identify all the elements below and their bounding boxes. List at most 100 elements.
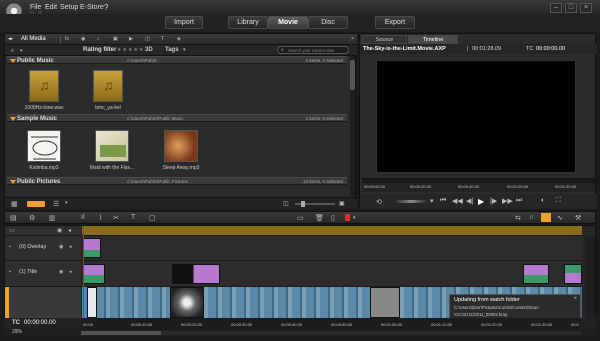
settings-icon[interactable]: ⚙ — [29, 214, 35, 222]
frame-back-icon[interactable]: ◀| — [466, 197, 473, 205]
library-tab[interactable]: Library — [228, 16, 268, 29]
volume-icon[interactable]: ◖ — [540, 197, 544, 204]
copy-icon[interactable]: ▯ — [331, 214, 335, 222]
player-ruler[interactable]: 00:00:00.00 00:00:20.00 00:00:40.00 00:0… — [362, 178, 595, 192]
speaker-icon[interactable]: ◂ — [69, 244, 72, 250]
title-tool-icon[interactable]: T — [131, 214, 135, 221]
tab-video-icon[interactable]: ▶ — [129, 36, 133, 42]
title-clip[interactable] — [83, 264, 105, 284]
sleep-away-thumbnail[interactable] — [164, 130, 198, 162]
magnet-icon[interactable]: ∩ — [529, 214, 534, 221]
close-tab-icon[interactable]: × — [351, 36, 354, 42]
export-tab[interactable]: Export — [375, 16, 415, 29]
timeline-horizontal-scrollbar[interactable] — [81, 331, 581, 335]
tab-photo-icon[interactable]: ▣ — [113, 36, 118, 42]
title-clip[interactable] — [172, 264, 220, 284]
tab-disc-icon[interactable]: ◉ — [81, 36, 85, 42]
video-clip[interactable] — [370, 287, 400, 318]
library-scrollbar[interactable] — [350, 56, 355, 196]
kalimba-thumbnail[interactable] — [27, 130, 61, 162]
speaker-icon[interactable]: ◂ — [69, 269, 72, 275]
filter-icon[interactable]: ▾ — [20, 48, 23, 54]
expand-all-icon[interactable]: ▣ — [339, 200, 345, 207]
frame-forward-icon[interactable]: |▶ — [490, 197, 497, 205]
collapse-all-icon[interactable]: ◫ — [283, 200, 289, 207]
snapshot-icon[interactable]: ▢ — [149, 214, 156, 222]
visibility-icon[interactable]: ◉ — [59, 244, 63, 250]
maid-thumbnail[interactable] — [95, 130, 129, 162]
import-tab[interactable]: Import — [165, 16, 203, 29]
source-tab[interactable]: Source — [362, 35, 407, 44]
tab-project-icon[interactable]: ◫ — [145, 36, 150, 42]
timeline-range-bar[interactable] — [82, 226, 582, 236]
video-clip[interactable] — [170, 287, 204, 318]
thumbnail-view-button[interactable] — [27, 201, 45, 207]
scrub-bar[interactable] — [362, 179, 595, 183]
tab-audio-icon[interactable]: ♪ — [97, 36, 100, 42]
timeline-vertical-scrollbar[interactable] — [585, 236, 595, 319]
lock-icon[interactable]: ▭ — [9, 227, 15, 234]
disc-tab[interactable]: Disc — [308, 16, 348, 29]
close-icon[interactable]: × — [573, 296, 577, 302]
title-clip[interactable] — [83, 238, 101, 258]
speaker-icon[interactable]: ◂ — [68, 227, 71, 234]
slider-handle[interactable] — [301, 201, 305, 207]
tools-icon[interactable]: ⚒ — [575, 214, 581, 222]
overlay-track[interactable] — [82, 236, 582, 261]
track-name[interactable]: (1) Title — [19, 269, 37, 275]
go-end-icon[interactable]: ⏭ — [516, 197, 522, 205]
tab-title-icon[interactable]: T — [161, 36, 164, 42]
toggle-icon[interactable]: ▤ — [10, 214, 17, 222]
all-media-label[interactable]: All Media — [21, 36, 46, 42]
section-sample-music[interactable]: Sample Music c:\Users\Public\Public Musi… — [7, 114, 347, 122]
delete-icon[interactable]: 🗑 — [315, 214, 324, 222]
grid-view-icon[interactable]: ▦ — [11, 200, 18, 208]
menu-edit[interactable]: Edit — [45, 4, 57, 11]
search-input[interactable]: ⌕ Search your current view — [277, 46, 349, 54]
markers-icon[interactable]: ⌇ — [99, 214, 102, 222]
step-forward-icon[interactable]: ▶▶ — [502, 197, 513, 205]
marker-flag-icon[interactable] — [345, 214, 350, 221]
threeD-label[interactable]: 3D — [145, 47, 153, 53]
go-start-icon[interactable]: ⏮ — [440, 197, 446, 205]
loop-icon[interactable]: ⟲ — [376, 198, 382, 206]
view-dropdown-icon[interactable]: ▾ — [65, 200, 68, 206]
collapse-icon[interactable]: ◂▸ — [8, 36, 13, 42]
tags-dropdown-icon[interactable]: ▾ — [183, 47, 186, 53]
section-public-music[interactable]: Public Music c:\Users\Public 2 items, 0 … — [7, 56, 347, 64]
minimize-icon[interactable]: – — [550, 3, 562, 13]
menu-estore[interactable]: E-Store — [80, 4, 104, 11]
timecode[interactable]: 00:00:00.00 — [536, 46, 565, 52]
tags-label[interactable]: Tags — [165, 47, 179, 53]
zoom-level[interactable]: 29% — [12, 329, 22, 335]
undo-icon[interactable]: ▭ — [297, 214, 304, 222]
maximize-icon[interactable]: □ — [565, 3, 577, 13]
close-icon[interactable]: × — [580, 3, 592, 13]
section-public-pictures[interactable]: Public Pictures c:\Users\Public\Public P… — [7, 177, 347, 185]
fullscreen-icon[interactable]: ⛶ — [556, 197, 561, 205]
list-view-icon[interactable]: ☰ — [53, 200, 59, 208]
menu-setup[interactable]: Setup — [60, 4, 78, 11]
movie-tab[interactable]: Movie — [268, 16, 308, 29]
help-icon[interactable]: ? — [104, 3, 108, 12]
audio-mixer-icon[interactable]: ıl — [81, 214, 85, 221]
audio-file-thumbnail[interactable]: ♫ — [93, 70, 123, 102]
title-clip[interactable] — [564, 264, 582, 284]
track-toggle-icon[interactable]: ▪ — [9, 269, 11, 275]
video-clip[interactable] — [87, 287, 97, 318]
scrollbar-thumb[interactable] — [350, 60, 355, 90]
view-list-icon[interactable]: ≡ — [11, 48, 14, 54]
visibility-icon[interactable]: ◉ — [57, 227, 62, 234]
audio-file-thumbnail[interactable]: ♫ — [29, 70, 59, 102]
storyboard-icon[interactable]: ▥ — [49, 214, 56, 222]
timeline-timecode[interactable]: 00:00:00.00 — [24, 320, 56, 326]
dropdown-icon[interactable]: ▾ — [430, 197, 434, 205]
ripple-icon[interactable]: ⇆ — [515, 214, 521, 222]
track-name[interactable]: (0) Overlay — [19, 244, 46, 250]
marker-dropdown-icon[interactable]: ▾ — [353, 215, 356, 221]
play-icon[interactable]: ▶ — [478, 197, 484, 206]
scrub-audio-icon[interactable]: ∿ — [557, 214, 563, 222]
playhead[interactable] — [83, 226, 84, 330]
title-track[interactable] — [82, 261, 582, 287]
visibility-icon[interactable]: ◉ — [59, 269, 63, 275]
